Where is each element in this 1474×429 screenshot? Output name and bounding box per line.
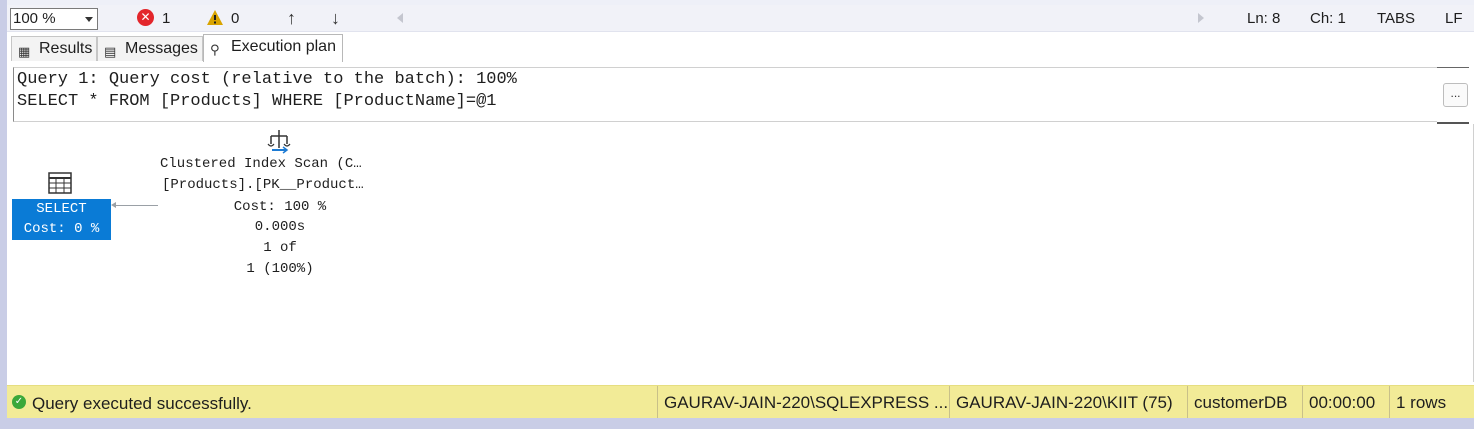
- window-left-border: [0, 0, 7, 429]
- arrow-up-icon[interactable]: ↑: [287, 8, 296, 29]
- line-indicator: Ln: 8: [1247, 10, 1281, 27]
- warning-count[interactable]: 0: [231, 10, 239, 27]
- zoom-select[interactable]: 100 %: [10, 8, 98, 30]
- tab-messages[interactable]: ▤ Messages: [97, 36, 203, 61]
- error-icon[interactable]: ✕: [137, 9, 154, 26]
- divider: [1437, 67, 1469, 68]
- show-query-text-button[interactable]: ...: [1443, 83, 1468, 107]
- warning-icon[interactable]: [206, 9, 224, 26]
- status-database: customerDB: [1187, 386, 1302, 419]
- scan-operator-rows: 1 of: [263, 240, 297, 256]
- tab-execution-plan-label: Execution plan: [231, 38, 336, 55]
- status-rows: 1 rows: [1389, 386, 1474, 419]
- scan-operator-title[interactable]: Clustered Index Scan (C…: [160, 156, 400, 172]
- editor-toolbar: 100 % ✕ 1 0 ↑ ↓ Ln: 8 Ch: 1 TABS LF: [7, 5, 1474, 32]
- success-check-icon: ✓: [12, 395, 26, 409]
- select-operator-label: SELECT: [36, 201, 87, 217]
- status-elapsed: 00:00:00: [1302, 386, 1389, 419]
- scroll-left-icon[interactable]: [397, 13, 403, 23]
- query-sql-line: SELECT * FROM [Products] WHERE [ProductN…: [17, 92, 497, 111]
- scan-operator-time: 0.000s: [254, 219, 306, 235]
- chevron-down-icon[interactable]: [85, 17, 93, 22]
- zoom-value: 100 %: [13, 10, 56, 27]
- query-text-box[interactable]: Query 1: Query cost (relative to the bat…: [13, 67, 1437, 122]
- tab-execution-plan[interactable]: ⚲ Execution plan: [203, 34, 343, 62]
- arrow-head-icon: [111, 202, 116, 208]
- select-operator-cost: Cost: 0 %: [23, 221, 100, 237]
- column-indicator: Ch: 1: [1310, 10, 1346, 27]
- status-message: Query executed successfully.: [32, 394, 252, 413]
- scan-operator-object[interactable]: [Products].[PK__Product…: [162, 177, 402, 193]
- select-operator-icon[interactable]: [48, 172, 72, 194]
- error-count[interactable]: 1: [162, 10, 170, 27]
- tab-results-label: Results: [39, 40, 93, 57]
- arrow-down-icon[interactable]: ↓: [331, 8, 340, 29]
- results-tabs: ▦ Results ▤ Messages ⚲ Execution plan: [7, 32, 1474, 62]
- status-user: GAURAV-JAIN-220\KIIT (75): [949, 386, 1187, 419]
- query-status-bar: ✓ Query executed successfully. GAURAV-JA…: [7, 385, 1474, 419]
- indent-indicator[interactable]: TABS: [1377, 10, 1415, 27]
- grid-icon: ▦: [18, 44, 31, 59]
- plan-connector-arrow[interactable]: [113, 205, 158, 206]
- tab-messages-label: Messages: [125, 40, 198, 57]
- scan-operator-cost: Cost: 100 %: [233, 199, 327, 215]
- line-ending-indicator[interactable]: LF: [1445, 10, 1463, 27]
- window-bottom-border: [0, 418, 1474, 429]
- scan-operator-rows-percent: 1 (100%): [246, 261, 314, 277]
- query-cost-line: Query 1: Query cost (relative to the bat…: [17, 70, 517, 89]
- select-operator-node[interactable]: SELECT Cost: 0 %: [12, 199, 111, 240]
- clustered-index-scan-icon[interactable]: [266, 128, 293, 154]
- messages-icon: ▤: [104, 44, 117, 59]
- tab-results[interactable]: ▦ Results: [11, 36, 97, 61]
- status-server: GAURAV-JAIN-220\SQLEXPRESS ...: [657, 386, 949, 419]
- scroll-right-icon[interactable]: [1198, 13, 1204, 23]
- execution-plan-icon: ⚲: [210, 42, 220, 57]
